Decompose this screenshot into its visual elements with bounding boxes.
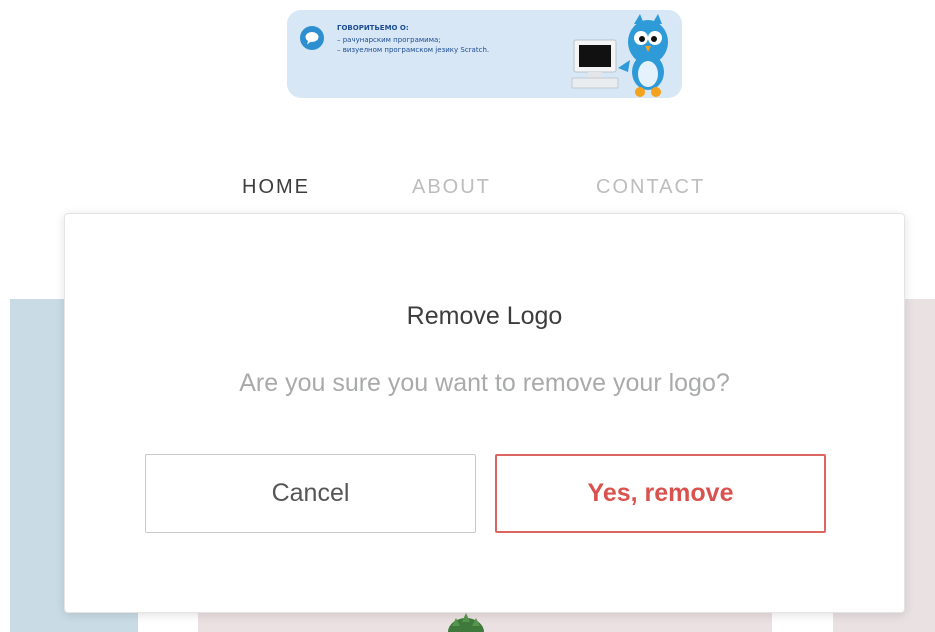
logo-heading: ГОВОРИТЬЕМО О: [337,24,409,32]
main-nav: HOME ABOUT CONTACT [0,176,935,206]
cactus-image [448,613,484,632]
dialog-title: Remove Logo [406,302,563,330]
nav-contact[interactable]: CONTACT [596,176,705,199]
owl-mascot-icon [618,14,668,97]
logo-line: – рачунарским програмима; [337,36,441,44]
logo-text: ГОВОРИТЬЕМО О: – рачунарским програмима;… [337,23,577,55]
cancel-button[interactable]: Cancel [145,454,476,533]
nav-home[interactable]: HOME [242,176,310,199]
site-logo[interactable]: ГОВОРИТЬЕМО О: – рачунарским програмима;… [287,10,682,98]
nav-about[interactable]: ABOUT [412,176,491,199]
page: ГОВОРИТЬЕМО О: – рачунарским програмима;… [0,0,935,632]
speech-bubble-icon [300,26,324,50]
remove-logo-dialog: Remove Logo Are you sure you want to rem… [64,213,905,613]
dialog-message: Are you sure you want to remove your log… [239,369,730,397]
computer-icon [571,39,619,89]
logo-line: – визуелном програмском језику Scratch. [337,46,490,54]
confirm-remove-button[interactable]: Yes, remove [495,454,826,533]
